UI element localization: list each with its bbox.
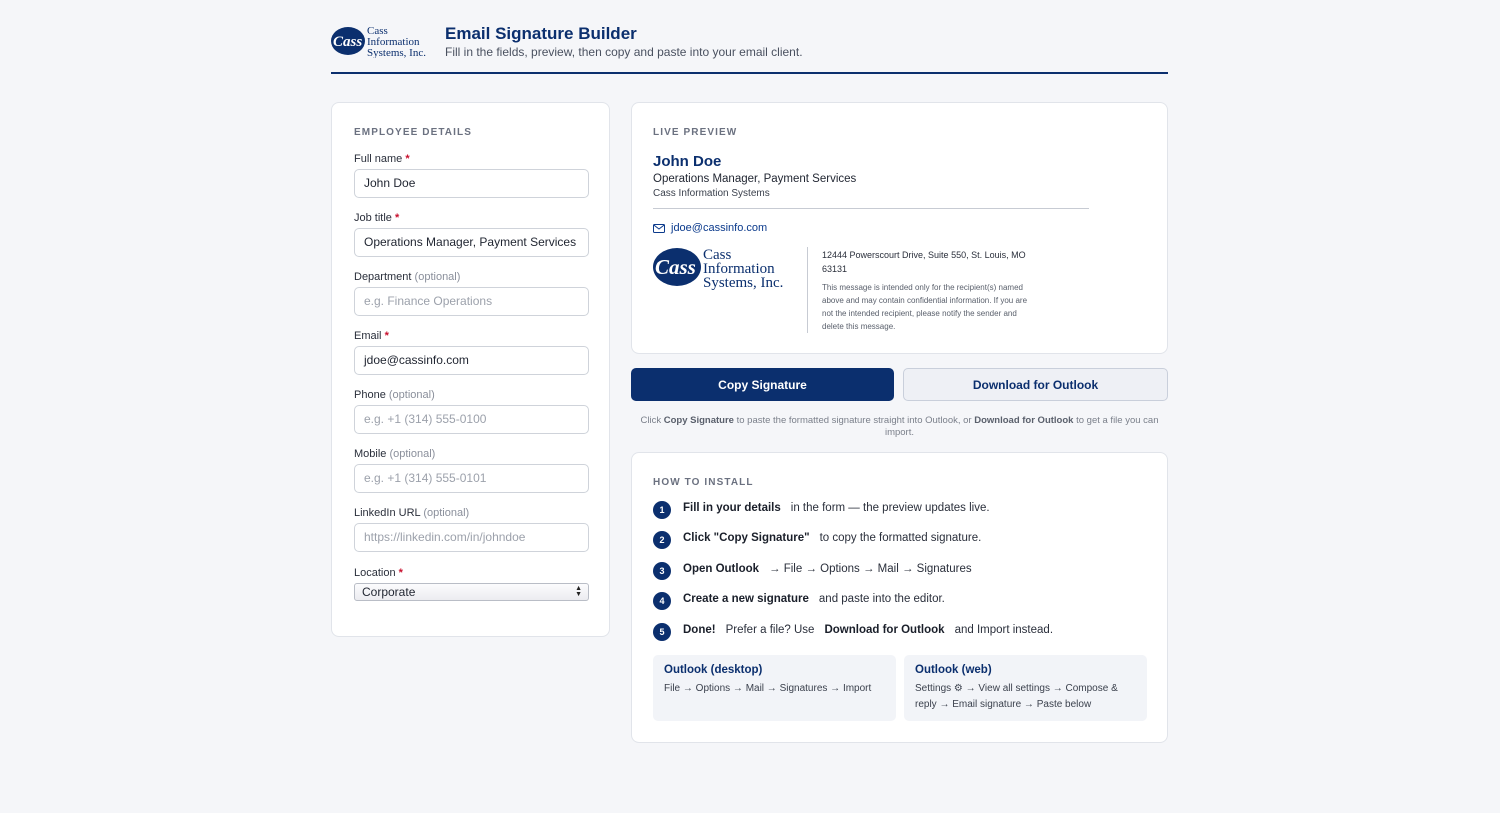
action-hint: Click Copy Signature to paste the format… (640, 415, 1159, 438)
step-number: 3 (653, 562, 671, 580)
mail-icon (653, 223, 665, 233)
required-marker: * (398, 567, 403, 579)
svg-text:Systems, Inc.: Systems, Inc. (367, 47, 426, 58)
required-marker: * (384, 330, 389, 342)
linkedin-field: LinkedIn URL (optional) https://linkedin… (354, 507, 589, 552)
page-subtitle: Fill in the fields, preview, then copy a… (445, 45, 803, 59)
install-step: 2 Click "Copy Signature" to copy the form… (653, 528, 981, 549)
install-step: 1 Fill in your details in the form — the … (653, 498, 990, 519)
required-marker: * (405, 153, 410, 165)
tip-outlook-desktop: Outlook (desktop) File → Options → Mail … (653, 655, 896, 721)
preview-company: Cass Information Systems (653, 188, 770, 199)
cass-logo: Cass Cass Information Systems, Inc. (331, 24, 433, 58)
step-number: 1 (653, 501, 671, 519)
preview-address: 12444 Powerscourt Drive, Suite 550, St. … (822, 250, 1026, 274)
install-step: 3 Open Outlook → File → Options → Mail → … (653, 559, 972, 580)
live-preview-card: LIVE PREVIEW John Doe Operations Manager… (631, 102, 1168, 354)
location-select[interactable]: Corporate ▲ ▼ (354, 583, 589, 601)
step-number: 4 (653, 592, 671, 610)
preview-vertical-divider (807, 247, 808, 333)
preview-email[interactable]: jdoe@cassinfo.com (671, 222, 767, 234)
job-title-input[interactable]: Operations Manager, Payment Services (354, 228, 589, 257)
preview-job-title: Operations Manager, Payment Services (653, 173, 857, 185)
required-marker: * (394, 212, 400, 224)
preview-divider (653, 208, 1089, 209)
email-field: Email * jdoe@cassinfo.com (354, 330, 589, 375)
phone-field: Phone (optional) e.g. +1 (314) 555-0100 (354, 389, 589, 434)
svg-text:Cass: Cass (655, 255, 696, 279)
mobile-field: Mobile (optional) e.g. +1 (314) 555-0101 (354, 448, 589, 493)
full-name-field: Full name * John Doe (354, 153, 589, 198)
page-title: Email Signature Builder (445, 24, 637, 43)
mobile-input[interactable]: e.g. +1 (314) 555-0101 (354, 464, 589, 493)
email-input[interactable]: jdoe@cassinfo.com (354, 346, 589, 375)
svg-text:Cass: Cass (333, 34, 362, 50)
how-to-install-card: HOW TO INSTALL 1 Fill in your details in … (631, 452, 1168, 743)
employee-details-card: EMPLOYEE DETAILS Full name * John Doe Jo… (331, 102, 610, 637)
section-title: HOW TO INSTALL (653, 477, 754, 488)
install-step: 4 Create a new signature and paste into t… (653, 589, 945, 610)
tip-outlook-web: Outlook (web) Settings ⚙ → View all sett… (904, 655, 1147, 721)
step-number: 2 (653, 531, 671, 549)
preview-name: John Doe (653, 153, 722, 170)
download-outlook-button[interactable]: Download for Outlook (903, 368, 1168, 401)
location-field: Location * Corporate ▲ ▼ (354, 567, 589, 601)
section-title: LIVE PREVIEW (653, 127, 738, 138)
step-number: 5 (653, 623, 671, 641)
install-step: 5 Done! Prefer a file? Use Download for Ou… (653, 620, 1053, 641)
job-title-field: Job title * Operations Manager, Payment … (354, 212, 589, 257)
preview-email-row: jdoe@cassinfo.com (653, 221, 767, 235)
svg-text:Systems, Inc.: Systems, Inc. (703, 275, 783, 290)
department-field: Department (optional) e.g. Finance Opera… (354, 271, 589, 316)
section-title: EMPLOYEE DETAILS (354, 127, 472, 138)
page-header: Cass Cass Information Systems, Inc. Emai… (331, 0, 1168, 74)
select-arrows-icon: ▲ ▼ (575, 585, 582, 598)
full-name-input[interactable]: John Doe (354, 169, 589, 198)
linkedin-input[interactable]: https://linkedin.com/in/johndoe (354, 523, 589, 552)
copy-signature-button[interactable]: Copy Signature (631, 368, 894, 401)
app: Cass Cass Information Systems, Inc. Emai… (331, 0, 1168, 743)
preview-cass-logo: Cass Cass Information Systems, Inc. (653, 246, 795, 291)
department-input[interactable]: e.g. Finance Operations (354, 287, 589, 316)
phone-input[interactable]: e.g. +1 (314) 555-0100 (354, 405, 589, 434)
preview-disclaimer: This message is intended only for the re… (822, 283, 1028, 331)
